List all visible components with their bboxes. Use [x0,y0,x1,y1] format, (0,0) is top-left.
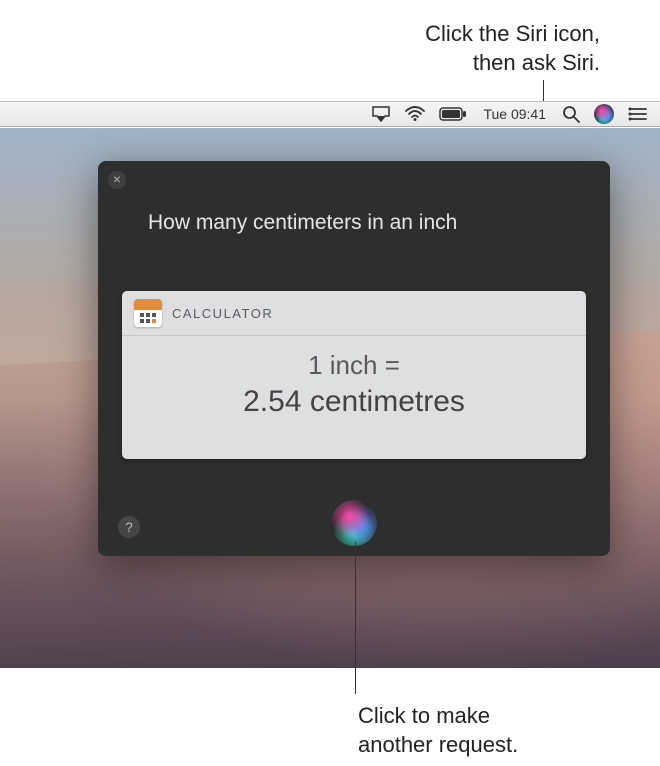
callout-text: Click the Siri icon, [425,20,600,49]
conversion-input: 1 inch = [122,350,586,381]
callout-siri-icon: Click the Siri icon, then ask Siri. [425,20,600,77]
menubar-clock[interactable]: Tue 09:41 [481,102,548,126]
callout-text: another request. [358,731,518,760]
calculator-app-icon [134,299,162,327]
notification-center-icon[interactable] [628,102,648,126]
calculator-result-card[interactable]: CALCULATOR 1 inch = 2.54 centimetres [122,291,586,459]
callout-text: then ask Siri. [425,49,600,78]
siri-query-text: How many centimeters in an inch [148,211,457,235]
callout-leader-line [543,80,544,102]
desktop-wallpaper: How many centimeters in an inch CALCULAT… [0,128,660,668]
menubar: Tue 09:41 [0,101,660,127]
conversion-result: 2.54 centimetres [122,385,586,419]
airplay-icon[interactable] [371,102,391,126]
calculator-card-body: 1 inch = 2.54 centimetres [122,336,586,419]
callout-text: Click to make [358,702,518,731]
callout-leader-line [355,542,356,694]
close-button[interactable] [108,171,126,189]
siri-window: How many centimeters in an inch CALCULAT… [98,161,610,556]
spotlight-icon[interactable] [562,102,580,126]
calculator-card-title: CALCULATOR [172,306,273,321]
battery-icon[interactable] [439,102,467,126]
siri-icon[interactable] [594,102,614,126]
siri-request-button[interactable] [331,500,377,546]
calculator-card-header: CALCULATOR [122,291,586,336]
wifi-icon[interactable] [405,102,425,126]
help-button[interactable]: ? [118,516,140,538]
callout-siri-request: Click to make another request. [358,702,518,759]
